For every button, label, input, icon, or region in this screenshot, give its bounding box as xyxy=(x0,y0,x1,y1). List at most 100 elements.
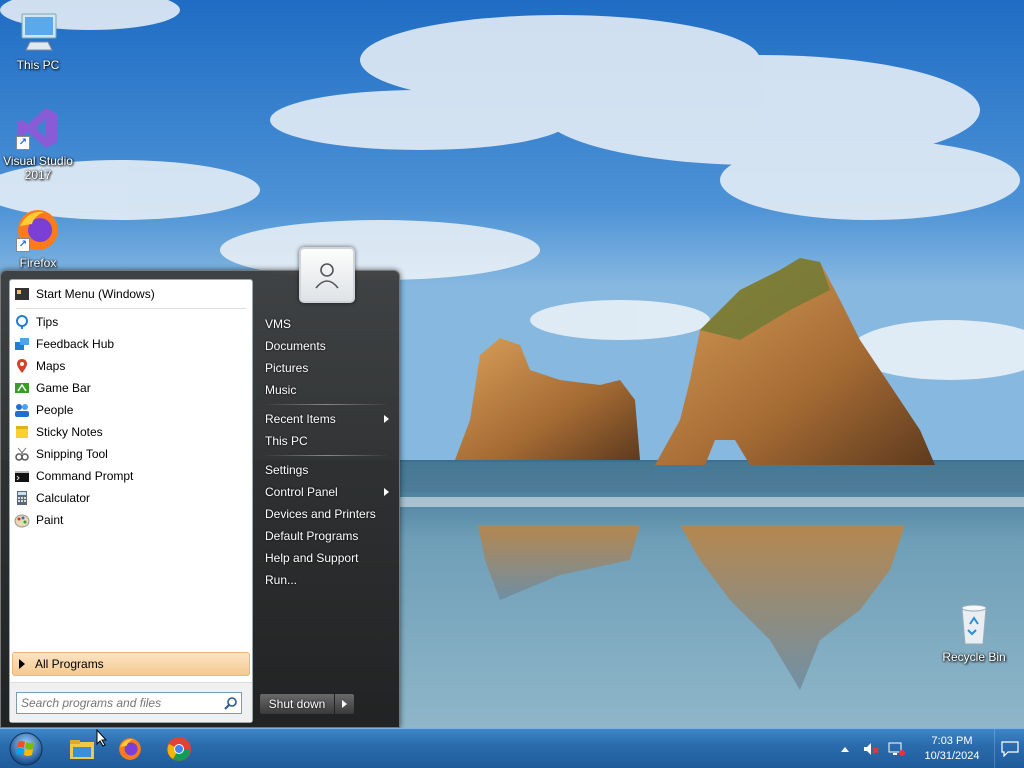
show-hidden-icons-icon[interactable] xyxy=(836,740,854,758)
search-box xyxy=(16,692,242,714)
taskbar-app-firefox[interactable] xyxy=(114,732,146,766)
places-item-label: Recent Items xyxy=(265,412,336,426)
places-item-run[interactable]: Run... xyxy=(257,569,395,591)
program-label: Game Bar xyxy=(36,381,91,395)
places-item-vms[interactable]: VMS xyxy=(257,313,395,335)
program-label: Command Prompt xyxy=(36,469,134,483)
taskbar-app-chrome[interactable] xyxy=(163,732,195,766)
desktop-icon-label: This PC xyxy=(16,58,60,72)
pinned-separator xyxy=(16,308,246,309)
shutdown-button[interactable]: Shut down xyxy=(259,693,335,715)
recycle-bin-icon xyxy=(950,600,998,648)
program-item-snipping-tool[interactable]: Snipping Tool xyxy=(10,443,252,465)
places-item-this-pc[interactable]: This PC xyxy=(257,430,395,452)
programs-pane: Start Menu (Windows) Tips Feedback Hub M… xyxy=(9,279,253,723)
notifications-button[interactable] xyxy=(994,729,1024,768)
start-menu-icon xyxy=(14,286,30,302)
monitor-icon xyxy=(14,8,62,56)
start-menu: Start Menu (Windows) Tips Feedback Hub M… xyxy=(0,247,400,728)
submenu-arrow-icon xyxy=(384,488,389,496)
program-label: Maps xyxy=(36,359,66,373)
program-label: Paint xyxy=(36,513,64,527)
program-item-maps[interactable]: Maps xyxy=(10,355,252,377)
program-item-calculator[interactable]: Calculator xyxy=(10,487,252,509)
desktop-icon-label: Firefox xyxy=(19,256,57,270)
shutdown-group: Shut down xyxy=(259,693,355,715)
places-item-music[interactable]: Music xyxy=(257,379,395,401)
taskbar-app-file-explorer[interactable] xyxy=(66,732,98,766)
desktop-icon-label: Visual Studio 2017 xyxy=(3,154,73,182)
program-item-paint[interactable]: Paint xyxy=(10,509,252,531)
tips-icon xyxy=(14,314,30,330)
right-arrow-icon xyxy=(342,700,347,708)
clock[interactable]: 7:03 PM 10/31/2024 xyxy=(916,734,988,764)
system-tray: 7:03 PM 10/31/2024 xyxy=(832,729,1024,768)
clock-date: 10/31/2024 xyxy=(924,750,980,762)
visual-studio-icon: ↗ xyxy=(14,104,62,152)
places-separator xyxy=(263,404,389,405)
places-pane: VMS Documents Pictures Music Recent Item… xyxy=(257,313,395,591)
paint-icon xyxy=(14,512,30,528)
places-item-label: Control Panel xyxy=(265,485,338,499)
user-account-tile[interactable] xyxy=(299,247,355,303)
command-prompt-icon xyxy=(14,468,30,484)
program-item-game-bar[interactable]: Game Bar xyxy=(10,377,252,399)
search-area xyxy=(10,682,252,722)
shutdown-label: Shut down xyxy=(268,697,326,711)
search-icon[interactable] xyxy=(221,693,241,713)
program-label: Tips xyxy=(36,315,59,329)
places-item-settings[interactable]: Settings xyxy=(257,459,395,481)
pinned-item-start-menu[interactable]: Start Menu (Windows) xyxy=(10,282,252,306)
game-bar-icon xyxy=(14,380,30,396)
places-item-devices-and-printers[interactable]: Devices and Printers xyxy=(257,503,395,525)
user-icon xyxy=(315,263,339,289)
places-item-documents[interactable]: Documents xyxy=(257,335,395,357)
desktop-icon-this-pc[interactable]: This PC xyxy=(0,8,76,72)
volume-muted-icon[interactable] xyxy=(862,740,880,758)
clock-time: 7:03 PM xyxy=(931,735,973,747)
program-item-sticky-notes[interactable]: Sticky Notes xyxy=(10,421,252,443)
shutdown-options-button[interactable] xyxy=(335,693,355,715)
program-label: Calculator xyxy=(36,491,91,505)
program-label: Start Menu (Windows) xyxy=(36,287,155,301)
network-icon[interactable] xyxy=(888,740,906,758)
desktop-icon-visual-studio[interactable]: ↗ Visual Studio 2017 xyxy=(0,104,76,182)
program-label: People xyxy=(36,403,74,417)
places-item-pictures[interactable]: Pictures xyxy=(257,357,395,379)
all-programs-button[interactable]: All Programs xyxy=(12,652,250,676)
chrome-icon xyxy=(167,737,191,761)
places-item-recent-items[interactable]: Recent Items xyxy=(257,408,395,430)
submenu-arrow-icon xyxy=(384,415,389,423)
all-programs-label: All Programs xyxy=(35,657,104,671)
program-item-tips[interactable]: Tips xyxy=(10,311,252,333)
start-button[interactable] xyxy=(6,730,46,768)
program-item-command-prompt[interactable]: Command Prompt xyxy=(10,465,252,487)
program-label: Feedback Hub xyxy=(36,337,115,351)
calculator-icon xyxy=(14,490,30,506)
places-separator xyxy=(263,455,389,456)
desktop-icon-recycle-bin[interactable]: Recycle Bin xyxy=(936,600,1012,664)
desktop-icon-firefox[interactable]: ↗ Firefox xyxy=(0,206,76,270)
notification-icon xyxy=(1000,741,1019,757)
feedback-hub-icon xyxy=(14,336,30,352)
shortcut-arrow-icon: ↗ xyxy=(16,238,30,252)
maps-icon xyxy=(14,358,30,374)
search-input[interactable] xyxy=(17,693,221,713)
mouse-pointer-icon xyxy=(96,728,108,750)
file-explorer-icon xyxy=(70,740,94,759)
desktop-icon-label: Recycle Bin xyxy=(942,650,1006,664)
right-arrow-icon xyxy=(19,659,25,669)
shortcut-arrow-icon: ↗ xyxy=(16,136,30,150)
program-label: Sticky Notes xyxy=(36,425,103,439)
firefox-icon xyxy=(119,738,141,760)
places-item-help-and-support[interactable]: Help and Support xyxy=(257,547,395,569)
program-item-feedback-hub[interactable]: Feedback Hub xyxy=(10,333,252,355)
windows-logo-icon xyxy=(9,732,43,766)
taskbar: 7:03 PM 10/31/2024 xyxy=(0,728,1024,768)
places-item-default-programs[interactable]: Default Programs xyxy=(257,525,395,547)
program-label: Snipping Tool xyxy=(36,447,108,461)
sticky-notes-icon xyxy=(14,424,30,440)
places-item-control-panel[interactable]: Control Panel xyxy=(257,481,395,503)
program-item-people[interactable]: People xyxy=(10,399,252,421)
firefox-icon: ↗ xyxy=(14,206,62,254)
